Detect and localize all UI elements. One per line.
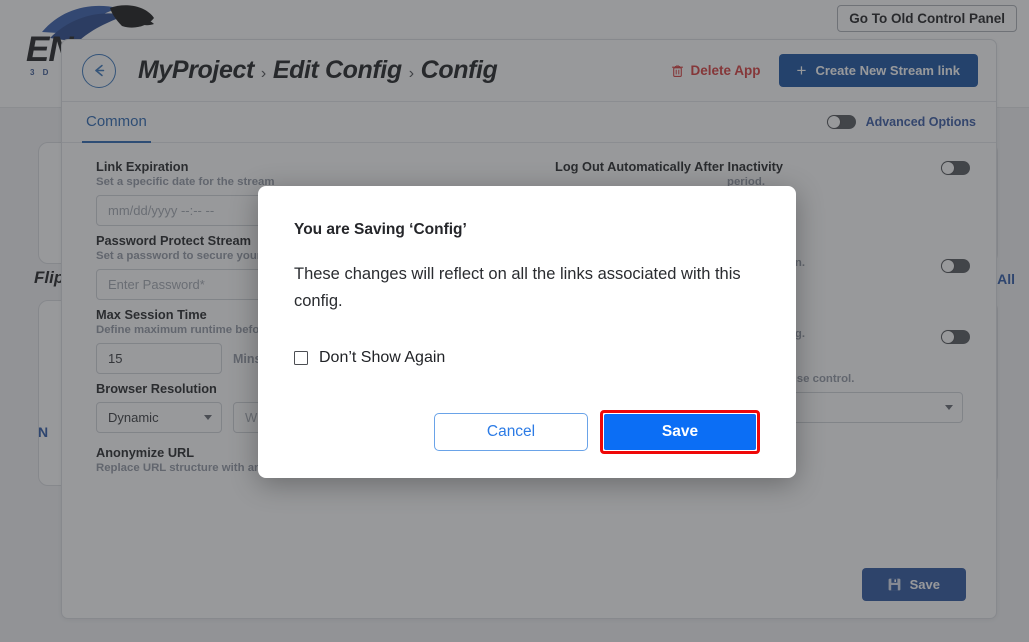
- save-button-highlight: Save: [600, 410, 760, 454]
- dont-show-again-label: Don’t Show Again: [319, 349, 446, 367]
- modal-cancel-button[interactable]: Cancel: [434, 413, 588, 451]
- saving-config-modal: You are Saving ‘Config’ These changes wi…: [258, 186, 796, 478]
- modal-actions: Cancel Save: [434, 410, 760, 454]
- modal-body-text: These changes will reflect on all the li…: [294, 265, 741, 310]
- modal-title: You are Saving ‘Config’: [294, 221, 467, 238]
- dont-show-again-row[interactable]: Don’t Show Again: [294, 349, 445, 367]
- app-root: EN 3 D Go To Old Control Panel Flip All …: [0, 0, 1029, 642]
- dont-show-again-checkbox[interactable]: [294, 351, 308, 366]
- modal-save-button[interactable]: Save: [604, 414, 756, 450]
